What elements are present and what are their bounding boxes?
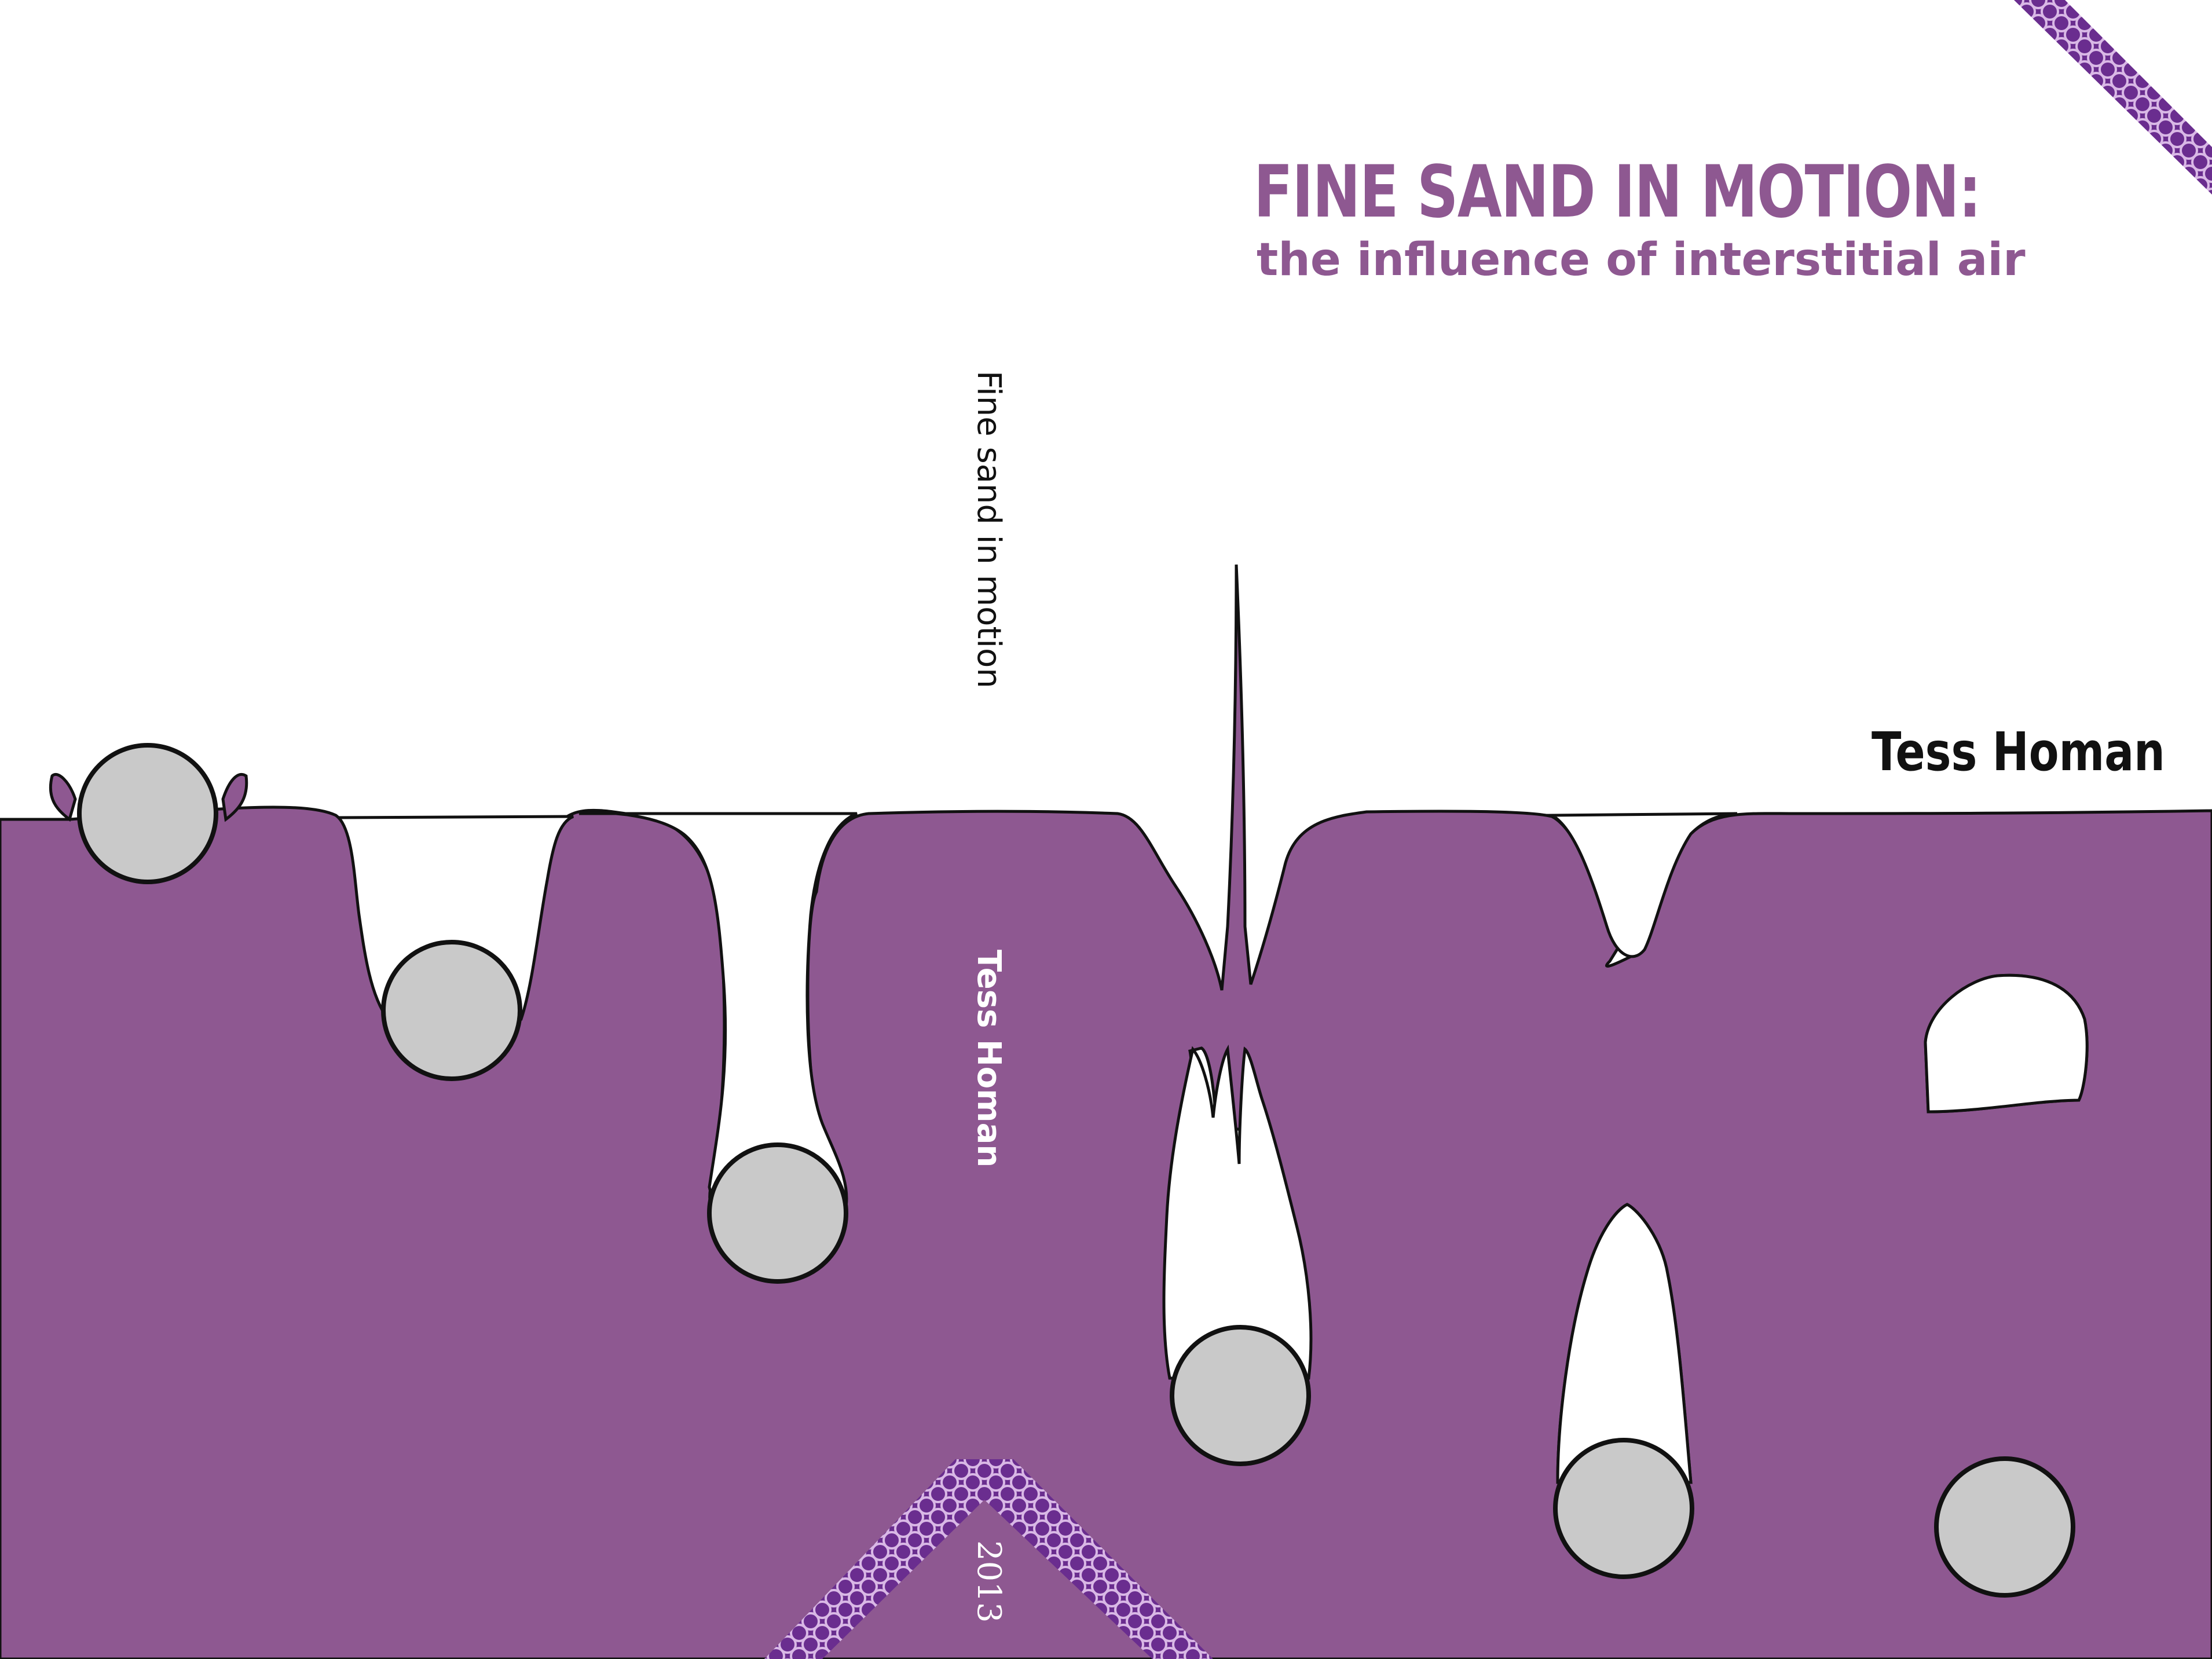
cover-author: Tess Homan: [1872, 721, 2165, 783]
ear-left: [49, 773, 77, 822]
spine-author: Tess Homan: [970, 950, 1008, 1168]
sphere-3: [707, 1142, 848, 1284]
sphere-2: [381, 940, 522, 1081]
sphere-5: [1553, 1438, 1694, 1579]
cover-title: FINE SAND IN MOTION:: [1254, 151, 1982, 234]
spine-year: 2013: [970, 1540, 1008, 1623]
book-cover-spread: FINE SAND IN MOTION: the influence of in…: [0, 0, 2212, 1659]
sphere-4: [1170, 1325, 1311, 1466]
corner-stripe-pattern: [2014, 0, 2212, 195]
cover-subtitle: the influence of interstitial air: [1257, 234, 2026, 286]
spine-title: Fine sand in motion: [970, 371, 1008, 688]
sphere-6: [1934, 1456, 2075, 1598]
sphere-1: [77, 743, 218, 884]
